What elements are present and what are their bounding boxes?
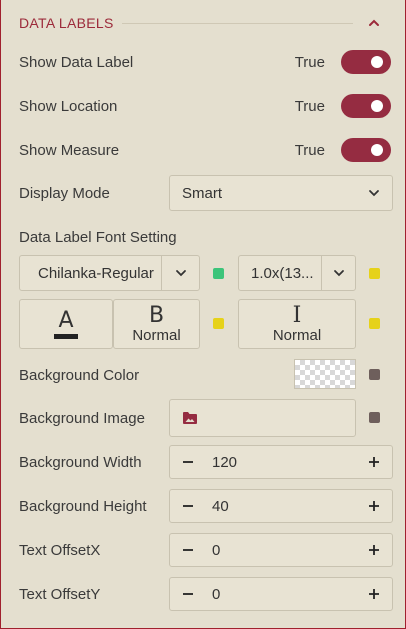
text-offsetx-value[interactable]: 0 xyxy=(206,542,356,559)
font-style-value: Normal xyxy=(272,326,322,344)
show-location-toggle[interactable] xyxy=(341,94,391,118)
plus-icon xyxy=(369,589,379,599)
minus-icon xyxy=(183,505,193,507)
increment-button[interactable] xyxy=(356,578,392,610)
decrement-button[interactable] xyxy=(170,534,206,566)
background-width-stepper: 120 xyxy=(169,445,393,479)
minus-icon xyxy=(183,549,193,551)
toggle-knob xyxy=(371,100,383,112)
text-offsety-label: Text OffsetY xyxy=(19,585,101,603)
chevron-down-icon xyxy=(175,270,186,277)
show-data-label-label: Show Data Label xyxy=(19,53,134,71)
font-family-value: Chilanka-Regular xyxy=(38,264,154,282)
toggle-knob xyxy=(371,56,383,68)
minus-icon xyxy=(183,593,193,595)
increment-button[interactable] xyxy=(356,534,392,566)
plus-icon xyxy=(369,545,379,555)
background-color-indicator xyxy=(369,369,380,380)
show-measure-row: Show Measure True xyxy=(19,136,391,164)
background-image-label: Background Image xyxy=(19,409,145,427)
display-mode-select[interactable]: Smart xyxy=(169,175,393,211)
increment-button[interactable] xyxy=(356,490,392,522)
plus-icon xyxy=(369,457,379,467)
font-style-glyph: I xyxy=(292,302,302,328)
font-color-button[interactable]: A xyxy=(19,299,113,349)
font-family-select[interactable]: Chilanka-Regular xyxy=(19,255,200,291)
background-height-label: Background Height xyxy=(19,497,147,515)
font-color-glyph: A xyxy=(58,307,74,333)
background-width-label: Background Width xyxy=(19,453,142,471)
show-data-label-row: Show Data Label True xyxy=(19,48,391,76)
show-location-label: Show Location xyxy=(19,97,118,115)
text-offsety-stepper: 0 xyxy=(169,577,393,611)
font-family-dropdown-button[interactable] xyxy=(161,256,199,290)
font-size-dropdown-button[interactable] xyxy=(321,256,355,290)
background-height-stepper: 40 xyxy=(169,489,393,523)
font-setting-row: Data Label Font Setting xyxy=(19,226,391,248)
show-measure-value: True xyxy=(294,141,325,159)
font-weight-button[interactable]: B Normal xyxy=(113,299,200,349)
show-measure-control: True xyxy=(295,138,391,162)
image-folder-icon xyxy=(183,412,197,424)
background-image-indicator xyxy=(369,412,380,423)
text-offsety-value[interactable]: 0 xyxy=(206,586,356,603)
show-location-control: True xyxy=(295,94,391,118)
font-size-value: 1.0x(13... xyxy=(251,264,314,282)
increment-button[interactable] xyxy=(356,446,392,478)
decrement-button[interactable] xyxy=(170,578,206,610)
display-mode-row: Display Mode xyxy=(19,176,110,210)
font-size-indicator xyxy=(369,268,380,279)
font-weight-value: Normal xyxy=(132,326,181,344)
text-offsetx-label: Text OffsetX xyxy=(19,541,101,559)
display-mode-label: Display Mode xyxy=(19,184,110,202)
chevron-down-icon xyxy=(369,190,379,197)
font-style-indicator xyxy=(369,318,380,329)
background-height-value[interactable]: 40 xyxy=(206,498,356,515)
show-measure-toggle[interactable] xyxy=(341,138,391,162)
font-family-indicator xyxy=(213,268,224,279)
background-width-value[interactable]: 120 xyxy=(206,454,356,471)
show-location-row: Show Location True xyxy=(19,92,391,120)
decrement-button[interactable] xyxy=(170,490,206,522)
font-weight-glyph: B xyxy=(148,302,165,328)
chevron-up-icon[interactable] xyxy=(367,16,381,30)
font-color-swatch xyxy=(54,333,78,339)
text-offsetx-stepper: 0 xyxy=(169,533,393,567)
section-header[interactable]: DATA LABELS xyxy=(19,10,387,36)
show-data-label-toggle[interactable] xyxy=(341,50,391,74)
show-data-label-control: True xyxy=(295,50,391,74)
data-labels-panel: DATA LABELS Show Data Label True Show Lo… xyxy=(0,0,406,629)
chevron-down-icon xyxy=(333,270,344,277)
background-color-label: Background Color xyxy=(19,366,140,384)
font-style-button[interactable]: I Normal xyxy=(238,299,356,349)
decrement-button[interactable] xyxy=(170,446,206,478)
show-location-value: True xyxy=(294,97,325,115)
section-title: DATA LABELS xyxy=(19,15,114,31)
font-size-select[interactable]: 1.0x(13... xyxy=(238,255,356,291)
minus-icon xyxy=(183,461,193,463)
toggle-knob xyxy=(371,144,383,156)
show-measure-label: Show Measure xyxy=(19,141,120,159)
display-mode-value: Smart xyxy=(182,184,223,202)
plus-icon xyxy=(369,501,379,511)
font-setting-label: Data Label Font Setting xyxy=(19,228,177,246)
show-data-label-value: True xyxy=(294,53,325,71)
background-color-swatch[interactable] xyxy=(294,359,356,389)
background-image-picker[interactable] xyxy=(169,399,356,437)
font-weight-indicator xyxy=(213,318,224,329)
section-divider xyxy=(121,22,353,24)
